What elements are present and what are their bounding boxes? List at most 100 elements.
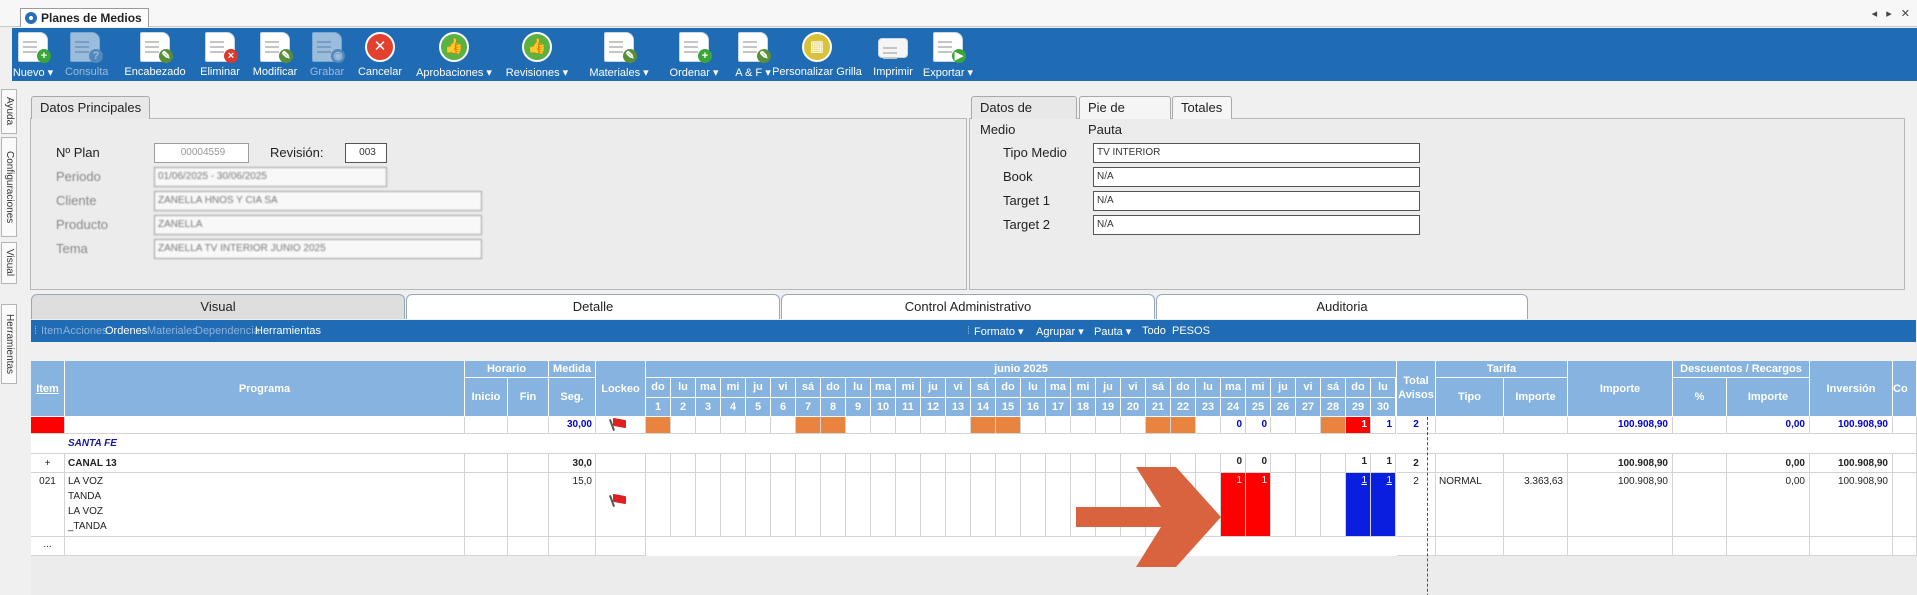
canal-row-day-cell[interactable] xyxy=(721,454,746,473)
cliente-field[interactable]: ZANELLA HNOS Y CIA SA xyxy=(154,191,482,211)
book-field[interactable]: N/A xyxy=(1093,167,1420,187)
total-row-day-cell[interactable] xyxy=(1146,417,1171,434)
detail-row-day-cell[interactable]: 1 xyxy=(1246,473,1271,537)
total-row-day-cell[interactable] xyxy=(1071,417,1096,434)
aprobaciones-button[interactable]: 👍 Aprobaciones ▾ xyxy=(411,28,497,81)
detail-row-day-cell[interactable] xyxy=(896,473,921,537)
detail-row-day-cell[interactable] xyxy=(671,473,696,537)
tab-datos-de-medio[interactable]: Datos de Medio xyxy=(971,96,1077,137)
canal-row-day-cell[interactable] xyxy=(771,454,796,473)
canal-row-expand[interactable]: + xyxy=(31,454,65,473)
tipo-medio-field[interactable]: TV INTERIOR xyxy=(1093,143,1420,163)
total-row-day-cell[interactable] xyxy=(746,417,771,434)
detail-row-day-cell[interactable] xyxy=(796,473,821,537)
canal-row-day-cell[interactable] xyxy=(696,454,721,473)
total-row-day-cell[interactable] xyxy=(1021,417,1046,434)
tab-datos-principales[interactable]: Datos Principales xyxy=(31,96,151,119)
subbar-pauta[interactable]: Pauta ▾ xyxy=(1094,325,1131,338)
total-row-day-cell[interactable] xyxy=(1121,417,1146,434)
total-row-day-cell[interactable] xyxy=(796,417,821,434)
cancelar-button[interactable]: ✕ Cancelar xyxy=(353,28,407,81)
side-tab-ayuda[interactable]: Ayuda xyxy=(1,89,17,134)
tab-detalle[interactable]: Detalle xyxy=(406,294,780,319)
subbar-todo[interactable]: Todo xyxy=(1142,325,1166,337)
total-row-day-cell[interactable] xyxy=(921,417,946,434)
canal-row-day-cell[interactable]: 1 xyxy=(1371,454,1396,473)
window-tab-planes-de-medios[interactable]: Planes de Medios xyxy=(20,8,149,27)
detail-row-day-cell[interactable] xyxy=(1271,473,1296,537)
canal-row-day-cell[interactable] xyxy=(796,454,821,473)
canal-row-day-cell[interactable] xyxy=(846,454,871,473)
total-row-day-cell[interactable] xyxy=(1271,417,1296,434)
total-row-day-cell[interactable] xyxy=(1046,417,1071,434)
total-row-day-cell[interactable] xyxy=(1296,417,1321,434)
tab-auditoria[interactable]: Auditoria xyxy=(1156,294,1528,319)
detail-row-day-cell[interactable] xyxy=(871,473,896,537)
total-row-day-cell[interactable] xyxy=(671,417,696,434)
subbar-agrupar[interactable]: Agrupar ▾ xyxy=(1036,325,1084,338)
total-row-day-cell[interactable]: 0 xyxy=(1221,417,1246,434)
detail-row-day-cell[interactable] xyxy=(821,473,846,537)
detail-row-day-cell[interactable]: 1 xyxy=(1346,473,1371,537)
total-row-day-cell[interactable] xyxy=(1196,417,1221,434)
total-row-day-cell[interactable] xyxy=(946,417,971,434)
total-row-day-cell[interactable] xyxy=(646,417,671,434)
total-row-day-cell[interactable] xyxy=(971,417,996,434)
subbar-pesos[interactable]: PESOS xyxy=(1172,325,1210,337)
canal-row-day-cell[interactable] xyxy=(646,454,671,473)
side-tab-herramientas[interactable]: Herramientas xyxy=(1,304,17,384)
side-tab-configuraciones[interactable]: Configuraciones xyxy=(1,137,17,237)
canal-row-day-cell[interactable] xyxy=(1271,454,1296,473)
canal-row-day-cell[interactable] xyxy=(1321,454,1346,473)
total-row-day-cell[interactable] xyxy=(721,417,746,434)
detail-row-day-cell[interactable] xyxy=(771,473,796,537)
detail-row-day-cell[interactable] xyxy=(846,473,871,537)
more-row-indicator[interactable]: ... xyxy=(31,537,65,556)
canal-row-day-cell[interactable] xyxy=(871,454,896,473)
target2-field[interactable]: N/A xyxy=(1093,215,1420,235)
nuevo-button[interactable]: + Nuevo ▾ xyxy=(12,28,54,81)
canal-row-day-cell[interactable] xyxy=(896,454,921,473)
total-row-day-cell[interactable] xyxy=(821,417,846,434)
eliminar-button[interactable]: × Eliminar xyxy=(196,28,244,81)
materiales-button[interactable]: ✎ Materiales ▾ xyxy=(578,28,660,81)
total-row-day-cell[interactable] xyxy=(1321,417,1346,434)
window-controls[interactable]: ◂ ▸ ✕ xyxy=(1872,7,1913,20)
canal-row-day-cell[interactable]: 0 xyxy=(1246,454,1271,473)
detail-row-day-cell[interactable] xyxy=(996,473,1021,537)
lock-flag-icon[interactable] xyxy=(611,419,625,429)
canal-row-day-cell[interactable] xyxy=(921,454,946,473)
lock-flag-icon[interactable] xyxy=(611,495,625,505)
personalizar-button[interactable]: ▦ Personalizar Grilla xyxy=(755,28,879,81)
total-row-day-cell[interactable] xyxy=(996,417,1021,434)
canal-row-day-cell[interactable] xyxy=(746,454,771,473)
imprimir-button[interactable]: Imprimir xyxy=(868,28,918,81)
canal-row-day-cell[interactable] xyxy=(671,454,696,473)
modificar-button[interactable]: ✎ Modificar xyxy=(248,28,302,81)
canal-row-day-cell[interactable] xyxy=(946,454,971,473)
producto-field[interactable]: ZANELLA xyxy=(154,215,482,235)
ordenar-button[interactable]: + Ordenar ▾ xyxy=(662,28,726,81)
total-row-day-cell[interactable]: 0 xyxy=(1246,417,1271,434)
tab-visual[interactable]: Visual xyxy=(31,294,405,319)
side-tab-visual[interactable]: Visual xyxy=(1,242,17,284)
total-row-day-cell[interactable] xyxy=(1171,417,1196,434)
tab-totales[interactable]: Totales xyxy=(1172,96,1232,119)
canal-row-day-cell[interactable] xyxy=(971,454,996,473)
detail-row-day-cell[interactable] xyxy=(646,473,671,537)
revision-field[interactable]: 003 xyxy=(345,143,387,163)
total-row-day-cell[interactable] xyxy=(771,417,796,434)
total-row-day-cell[interactable]: 1 xyxy=(1346,417,1371,434)
tab-pie-de-pauta[interactable]: Pie de Pauta xyxy=(1079,96,1171,137)
encabezado-button[interactable]: ✎ Encabezado xyxy=(120,28,190,81)
revisiones-button[interactable]: 👍 Revisiones ▾ xyxy=(498,28,576,81)
exportar-button[interactable]: ▶ Exportar ▾ xyxy=(913,28,983,81)
target1-field[interactable]: N/A xyxy=(1093,191,1420,211)
canal-row-day-cell[interactable] xyxy=(1046,454,1071,473)
periodo-field[interactable]: 01/06/2025 - 30/06/2025 xyxy=(154,167,387,187)
total-row-day-cell[interactable]: 1 xyxy=(1371,417,1396,434)
total-row-day-cell[interactable] xyxy=(896,417,921,434)
canal-row-day-cell[interactable] xyxy=(821,454,846,473)
subbar-ordenes[interactable]: Ordenes xyxy=(105,325,147,337)
detail-row-day-cell[interactable]: 1 xyxy=(1371,473,1396,537)
